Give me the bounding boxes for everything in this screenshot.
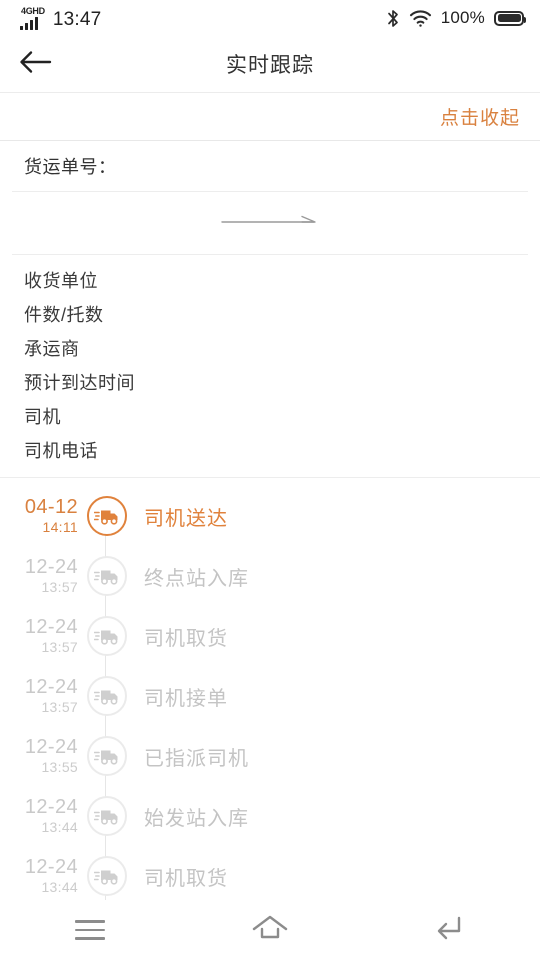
timeline-datetime: 12-24 13:44	[0, 797, 80, 835]
info-label: 承运商	[24, 339, 80, 359]
network-type-label: 4GHD	[21, 5, 45, 16]
timeline-datetime: 12-24 13:57	[0, 557, 80, 595]
route-row	[0, 192, 540, 254]
timeline-item[interactable]: 12-24 13:55 已指派司机	[0, 726, 540, 786]
timeline-date: 12-24	[24, 616, 78, 639]
timeline-date: 12-24	[24, 796, 78, 819]
timeline-status-label: 始发站入库	[144, 807, 249, 830]
system-navigation-bar	[0, 900, 540, 960]
app-screen: 4GHD 13:47 100% 实时跟踪 点击收起 货运单号： 收货单位 件数/…	[0, 0, 540, 960]
status-bar-left: 4GHD 13:47	[20, 5, 102, 30]
back-nav-button[interactable]	[405, 904, 495, 956]
info-label: 司机	[24, 407, 61, 427]
truck-icon	[87, 796, 127, 836]
timeline-date: 04-12	[24, 496, 78, 519]
battery-icon	[494, 10, 526, 26]
info-item-consignee: 收货单位	[0, 263, 540, 297]
truck-icon	[87, 736, 127, 776]
timeline-node	[80, 796, 134, 836]
truck-icon	[87, 616, 127, 656]
timeline-node	[80, 496, 134, 536]
timeline-status-label: 终点站入库	[144, 567, 249, 590]
truck-icon	[87, 676, 127, 716]
info-label: 件数/托数	[24, 305, 104, 325]
status-bar-clock: 13:47	[52, 8, 102, 30]
timeline-item[interactable]: 12-24 13:57 司机接单	[0, 666, 540, 726]
timeline-datetime: 12-24 13:57	[0, 677, 80, 715]
timeline-date: 12-24	[24, 736, 78, 759]
info-label: 预计到达时间	[24, 373, 135, 393]
timeline-time: 13:44	[41, 819, 78, 836]
tracking-timeline: 04-12 14:11 司机送达 12-24 13:57 终点站入库 12-24…	[0, 477, 540, 900]
page-title: 实时跟踪	[226, 54, 314, 77]
info-item-driver: 司机	[0, 399, 540, 433]
info-label: 收货单位	[24, 271, 98, 291]
battery-percent-label: 100%	[440, 8, 485, 27]
shipment-info-list: 收货单位 件数/托数 承运商 预计到达时间 司机 司机电话	[0, 255, 540, 477]
timeline-datetime: 12-24 13:55	[0, 737, 80, 775]
timeline-status-label: 司机取货	[144, 867, 228, 890]
home-icon	[251, 914, 289, 947]
menu-icon	[75, 920, 105, 940]
wifi-icon	[409, 9, 432, 27]
timeline-node	[80, 616, 134, 656]
timeline-node	[80, 676, 134, 716]
timeline-status-label: 已指派司机	[144, 747, 249, 770]
info-label: 司机电话	[24, 441, 98, 461]
timeline-datetime: 04-12 14:11	[0, 497, 80, 535]
timeline-item[interactable]: 12-24 13:44 司机取货	[0, 846, 540, 900]
collapse-row: 点击收起	[0, 93, 540, 141]
recents-button[interactable]	[45, 904, 135, 956]
signal-bars-icon	[20, 16, 38, 30]
back-button[interactable]	[14, 42, 58, 86]
timeline-time: 13:55	[41, 759, 78, 776]
info-item-pieces-pallets: 件数/托数	[0, 297, 540, 331]
status-bar: 4GHD 13:47 100%	[0, 0, 540, 36]
timeline-date: 12-24	[24, 856, 78, 879]
info-item-eta: 预计到达时间	[0, 365, 540, 399]
title-bar: 实时跟踪	[0, 36, 540, 93]
info-item-driver-phone: 司机电话	[0, 433, 540, 467]
freight-order-label: 货运单号：	[24, 157, 117, 177]
timeline-node	[80, 556, 134, 596]
timeline-date: 12-24	[24, 676, 78, 699]
timeline-status-label: 司机接单	[144, 687, 228, 710]
truck-icon	[87, 496, 127, 536]
timeline-node	[80, 736, 134, 776]
back-icon	[433, 914, 467, 947]
collapse-toggle-button[interactable]: 点击收起	[440, 103, 520, 130]
timeline-node	[80, 856, 134, 896]
freight-order-row: 货运单号：	[0, 141, 540, 191]
timeline-time: 13:57	[41, 579, 78, 596]
timeline-item[interactable]: 04-12 14:11 司机送达	[0, 486, 540, 546]
timeline-datetime: 12-24 13:44	[0, 857, 80, 895]
timeline-datetime: 12-24 13:57	[0, 617, 80, 655]
truck-icon	[87, 556, 127, 596]
timeline-date: 12-24	[24, 556, 78, 579]
timeline-time: 13:44	[41, 879, 78, 896]
truck-icon	[87, 856, 127, 896]
timeline-status-label: 司机送达	[144, 507, 228, 530]
home-button[interactable]	[225, 904, 315, 956]
timeline-time: 13:57	[41, 699, 78, 716]
timeline-item[interactable]: 12-24 13:57 终点站入库	[0, 546, 540, 606]
route-arrow-icon	[220, 214, 320, 233]
timeline-time: 13:57	[41, 639, 78, 656]
info-item-carrier: 承运商	[0, 331, 540, 365]
bluetooth-icon	[386, 9, 400, 28]
timeline-time: 14:11	[42, 519, 78, 536]
timeline-item[interactable]: 12-24 13:57 司机取货	[0, 606, 540, 666]
cellular-signal-icon: 4GHD	[20, 5, 45, 30]
back-arrow-icon	[19, 49, 53, 80]
status-bar-right: 100%	[386, 8, 526, 28]
timeline-item[interactable]: 12-24 13:44 始发站入库	[0, 786, 540, 846]
timeline-status-label: 司机取货	[144, 627, 228, 650]
